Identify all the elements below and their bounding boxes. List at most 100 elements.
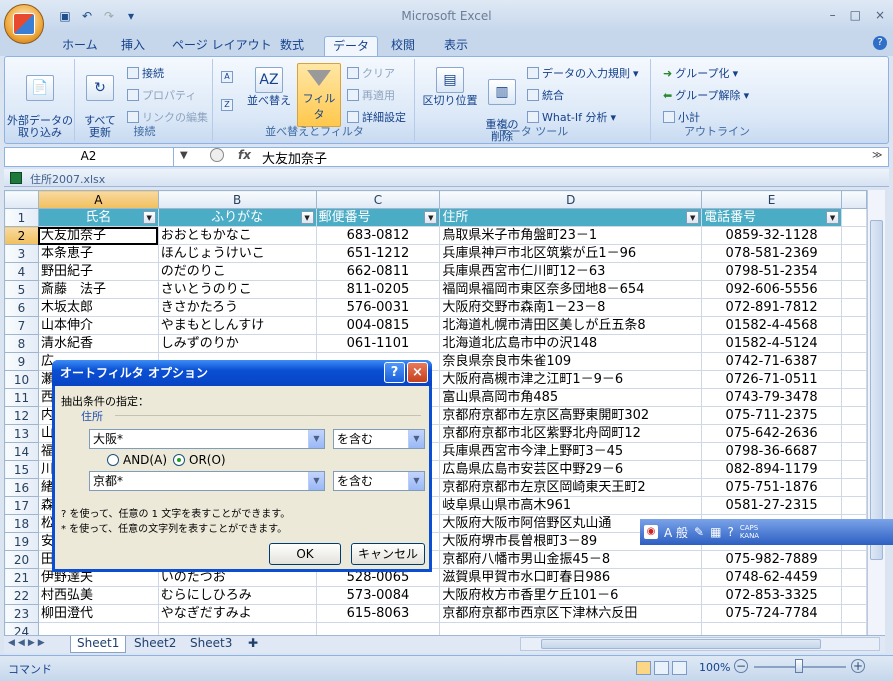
- horizontal-scrollbar[interactable]: [520, 637, 880, 651]
- cell[interactable]: [841, 550, 867, 569]
- cell[interactable]: 鳥取県米子市角盤町23－1: [439, 226, 703, 245]
- cell[interactable]: 京都府京都市西京区下津林六反田: [439, 604, 703, 623]
- row-header[interactable]: 11: [4, 388, 39, 407]
- cancel-button[interactable]: キャンセル: [351, 543, 425, 565]
- cell[interactable]: 滋賀県甲賀市水口町春日986: [439, 568, 703, 587]
- ime-help-icon[interactable]: ?: [727, 525, 733, 539]
- tab-data[interactable]: データ: [324, 36, 379, 56]
- text-to-columns-button[interactable]: ▤ 区切り位置: [421, 67, 479, 107]
- row-header[interactable]: 23: [4, 604, 39, 623]
- row-header[interactable]: 10: [4, 370, 39, 389]
- cell[interactable]: 573-0084: [315, 586, 441, 605]
- normal-view-icon[interactable]: [636, 661, 651, 675]
- cell[interactable]: やなぎだすみよ: [157, 604, 317, 623]
- filter-dropdown-icon[interactable]: ▼: [300, 211, 314, 224]
- filter-dropdown-icon[interactable]: ▼: [142, 211, 156, 224]
- zoom-in-icon[interactable]: +: [851, 659, 865, 673]
- column-header-f[interactable]: [841, 190, 867, 209]
- cell[interactable]: 木坂太郎: [37, 298, 159, 317]
- minimize-button[interactable]: –: [830, 8, 836, 22]
- condition1-operator-select[interactable]: を含む ▼: [333, 429, 425, 449]
- ungroup-button[interactable]: ⬅ グループ解除 ▾: [663, 87, 749, 103]
- cell[interactable]: 奈良県奈良市朱雀109: [439, 352, 703, 371]
- cell[interactable]: 01582-4-5124: [701, 334, 843, 353]
- row-header[interactable]: 18: [4, 514, 39, 533]
- cell[interactable]: 斎藤 法子: [37, 280, 159, 299]
- cell[interactable]: 576-0031: [315, 298, 441, 317]
- cell[interactable]: 0581-27-2315: [701, 496, 843, 515]
- cell[interactable]: 福岡県福岡市東区奈多団地8－654: [439, 280, 703, 299]
- ime-logo-icon[interactable]: ◉: [644, 525, 658, 539]
- row-header[interactable]: 15: [4, 460, 39, 479]
- cell[interactable]: [841, 262, 867, 281]
- header-cell-furigana[interactable]: ふりがな ▼: [157, 208, 317, 227]
- row-header[interactable]: 13: [4, 424, 39, 443]
- group-button[interactable]: ➜ グループ化 ▾: [663, 65, 738, 81]
- ime-tools-icon[interactable]: ✎: [694, 525, 704, 539]
- cell[interactable]: [841, 226, 867, 245]
- row-header[interactable]: 14: [4, 442, 39, 461]
- cell[interactable]: 811-0205: [315, 280, 441, 299]
- name-box-dropdown-icon[interactable]: ▼: [180, 150, 188, 161]
- cell[interactable]: 0743-79-3478: [701, 388, 843, 407]
- header-cell-name[interactable]: 氏名 ▼: [37, 208, 159, 227]
- cell[interactable]: 0798-36-6687: [701, 442, 843, 461]
- zoom-level[interactable]: 100%: [699, 661, 730, 674]
- row-header[interactable]: 16: [4, 478, 39, 497]
- cell[interactable]: 072-853-3325: [701, 586, 843, 605]
- cell[interactable]: 072-891-7812: [701, 298, 843, 317]
- cell[interactable]: [841, 622, 867, 635]
- cell[interactable]: 野田紀子: [37, 262, 159, 281]
- horizontal-scroll-thumb[interactable]: [541, 639, 821, 649]
- close-button[interactable]: ×: [875, 8, 885, 22]
- row-header[interactable]: 6: [4, 298, 39, 317]
- cell[interactable]: 683-0812: [315, 226, 441, 245]
- cell[interactable]: 兵庫県神戸市北区筑紫が丘1－96: [439, 244, 703, 263]
- clear-filter-button[interactable]: クリア: [347, 65, 395, 81]
- cell[interactable]: 075-751-1876: [701, 478, 843, 497]
- cell[interactable]: [841, 460, 867, 479]
- cell[interactable]: 075-724-7784: [701, 604, 843, 623]
- row-header[interactable]: 5: [4, 280, 39, 299]
- help-icon[interactable]: ?: [873, 36, 887, 50]
- cell[interactable]: 岐阜県山県市高木961: [439, 496, 703, 515]
- column-header-b[interactable]: B: [157, 190, 317, 209]
- filter-dropdown-icon[interactable]: ▼: [686, 211, 700, 224]
- tab-review[interactable]: 校閲: [383, 36, 423, 56]
- filter-dropdown-icon[interactable]: ▼: [424, 211, 438, 224]
- cell[interactable]: 大阪府高槻市津之江町1－9－6: [439, 370, 703, 389]
- cell[interactable]: 山本伸介: [37, 316, 159, 335]
- tab-home[interactable]: ホーム: [54, 36, 106, 56]
- filter-button[interactable]: フィルタ: [297, 63, 341, 127]
- sheet-tab-3[interactable]: Sheet3: [184, 636, 238, 653]
- or-radio[interactable]: OR(O): [173, 453, 226, 467]
- cell[interactable]: さいとうのりこ: [157, 280, 317, 299]
- row-header[interactable]: 1: [4, 208, 39, 227]
- cell[interactable]: 京都府京都市左京区高野東開町302: [439, 406, 703, 425]
- cell[interactable]: 004-0815: [315, 316, 441, 335]
- filter-dropdown-icon[interactable]: ▼: [826, 211, 840, 224]
- cell[interactable]: [841, 442, 867, 461]
- zoom-slider-thumb[interactable]: [795, 659, 803, 673]
- cell[interactable]: むらにしひろみ: [157, 586, 317, 605]
- column-header-d[interactable]: D: [439, 190, 703, 209]
- cell[interactable]: [841, 424, 867, 443]
- row-header[interactable]: 12: [4, 406, 39, 425]
- consolidate-button[interactable]: 統合: [527, 87, 564, 103]
- row-header[interactable]: 22: [4, 586, 39, 605]
- maximize-button[interactable]: □: [850, 8, 861, 22]
- cell[interactable]: [157, 622, 317, 635]
- cell[interactable]: 京都府京都市左京区岡崎東天王町2: [439, 478, 703, 497]
- column-header-a[interactable]: A: [37, 190, 159, 209]
- cell[interactable]: 柳田澄代: [37, 604, 159, 623]
- cell[interactable]: おおともかなこ: [157, 226, 317, 245]
- connections-button[interactable]: 接続: [127, 65, 164, 81]
- cell[interactable]: [315, 622, 441, 635]
- cell[interactable]: 村西弘美: [37, 586, 159, 605]
- vertical-scrollbar[interactable]: [867, 190, 885, 635]
- formula-content[interactable]: 大友加奈子: [262, 148, 327, 167]
- cell[interactable]: [841, 352, 867, 371]
- cell[interactable]: 北海道札幌市清田区美しが丘五条8: [439, 316, 703, 335]
- name-box[interactable]: A2: [4, 147, 174, 167]
- page-layout-view-icon[interactable]: [654, 661, 669, 675]
